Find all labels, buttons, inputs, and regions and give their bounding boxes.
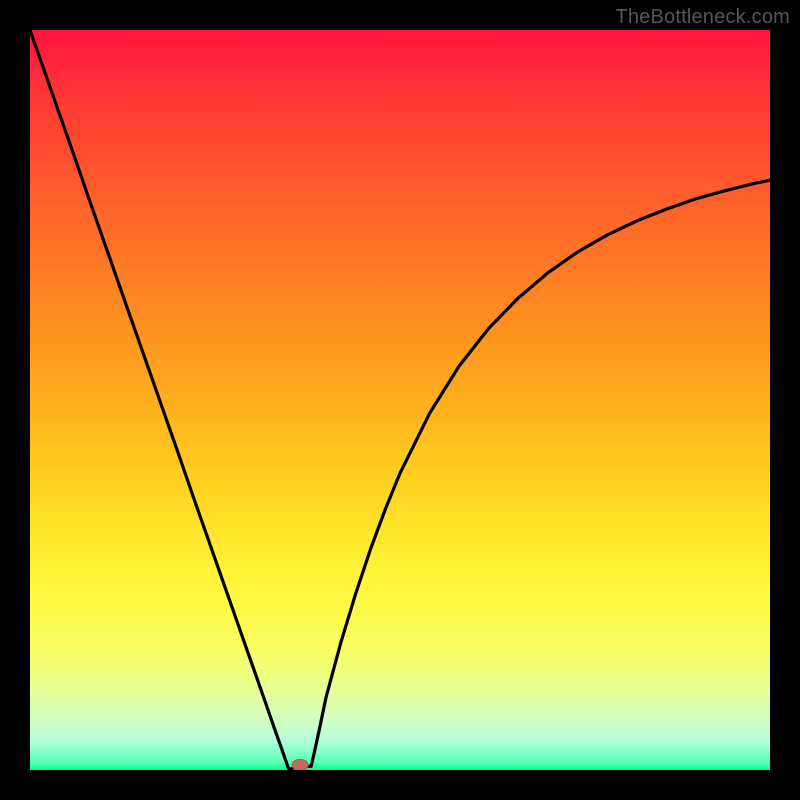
chart-frame: TheBottleneck.com [0, 0, 800, 800]
curve-path [30, 30, 770, 770]
curve-layer [30, 30, 770, 770]
attribution-text: TheBottleneck.com [615, 6, 790, 29]
bottleneck-curve [30, 30, 770, 770]
minimum-marker [292, 759, 308, 770]
marker-dot [292, 759, 308, 770]
plot-area [30, 30, 770, 770]
